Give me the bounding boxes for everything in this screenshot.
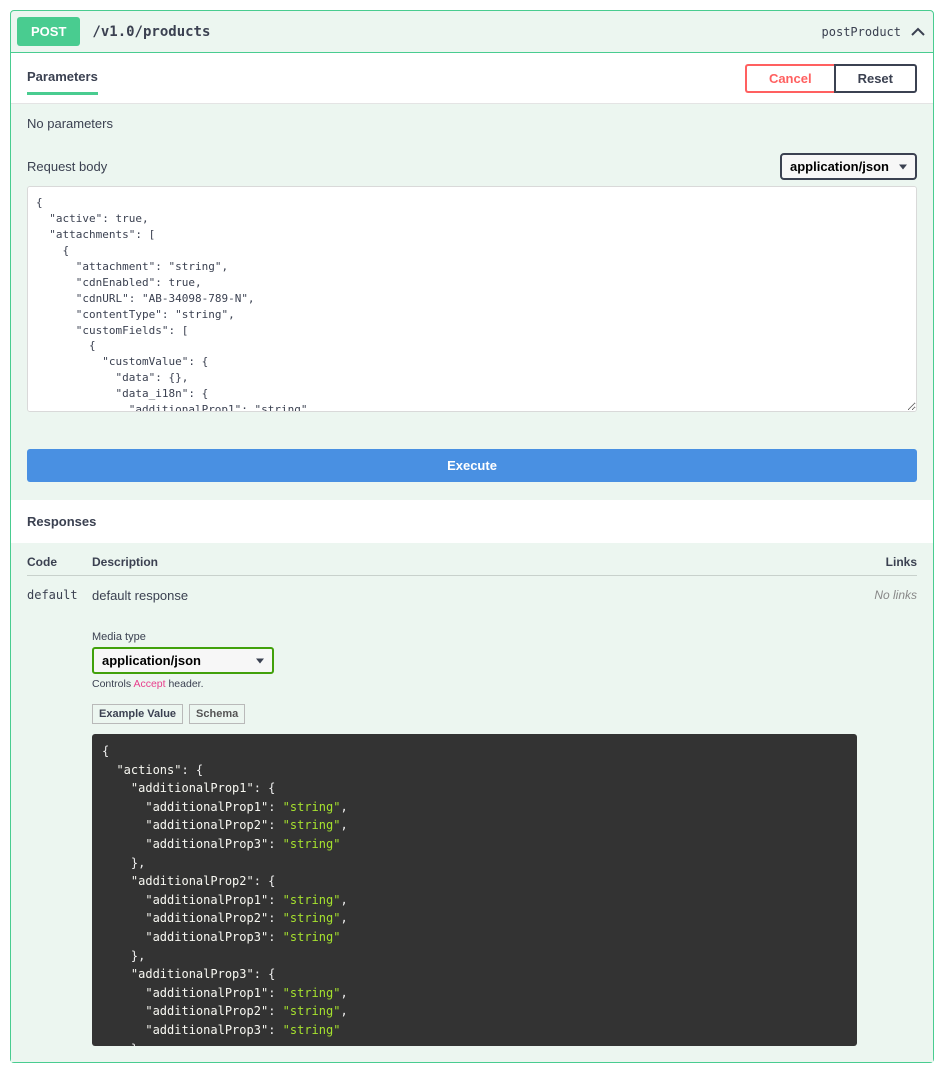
accept-header-note: Controls Accept header. bbox=[92, 678, 857, 690]
col-description: Description bbox=[92, 555, 857, 569]
parameters-header: Parameters Cancel Reset bbox=[11, 53, 933, 104]
media-type-label: Media type bbox=[92, 631, 857, 643]
cancel-button[interactable]: Cancel bbox=[745, 64, 834, 93]
response-code: default bbox=[27, 588, 92, 1062]
tab-schema[interactable]: Schema bbox=[189, 704, 245, 724]
chevron-up-icon[interactable] bbox=[909, 26, 927, 38]
request-body-textarea[interactable] bbox=[27, 186, 917, 412]
response-description: default response bbox=[92, 588, 857, 603]
execute-button[interactable]: Execute bbox=[27, 449, 917, 482]
method-badge: POST bbox=[17, 17, 80, 46]
reset-button[interactable]: Reset bbox=[834, 64, 917, 93]
responses-heading: Responses bbox=[11, 500, 933, 543]
content-type-select[interactable]: application/json bbox=[780, 153, 917, 180]
opblock-post: POST /v1.0/products postProduct Paramete… bbox=[10, 10, 934, 1063]
operation-summary[interactable]: POST /v1.0/products postProduct bbox=[11, 11, 933, 52]
response-links: No links bbox=[857, 588, 917, 1062]
no-parameters: No parameters bbox=[11, 104, 933, 143]
operation-id: postProduct bbox=[822, 25, 901, 39]
col-links: Links bbox=[857, 555, 917, 569]
response-example-code[interactable]: { "actions": { "additionalProp1": { "add… bbox=[92, 734, 857, 1046]
operation-path: /v1.0/products bbox=[92, 24, 210, 40]
media-type-select[interactable]: application/json bbox=[92, 647, 274, 674]
parameters-tab[interactable]: Parameters bbox=[27, 61, 98, 95]
request-body-label: Request body bbox=[27, 159, 107, 174]
tab-example-value[interactable]: Example Value bbox=[92, 704, 183, 724]
col-code: Code bbox=[27, 555, 92, 569]
